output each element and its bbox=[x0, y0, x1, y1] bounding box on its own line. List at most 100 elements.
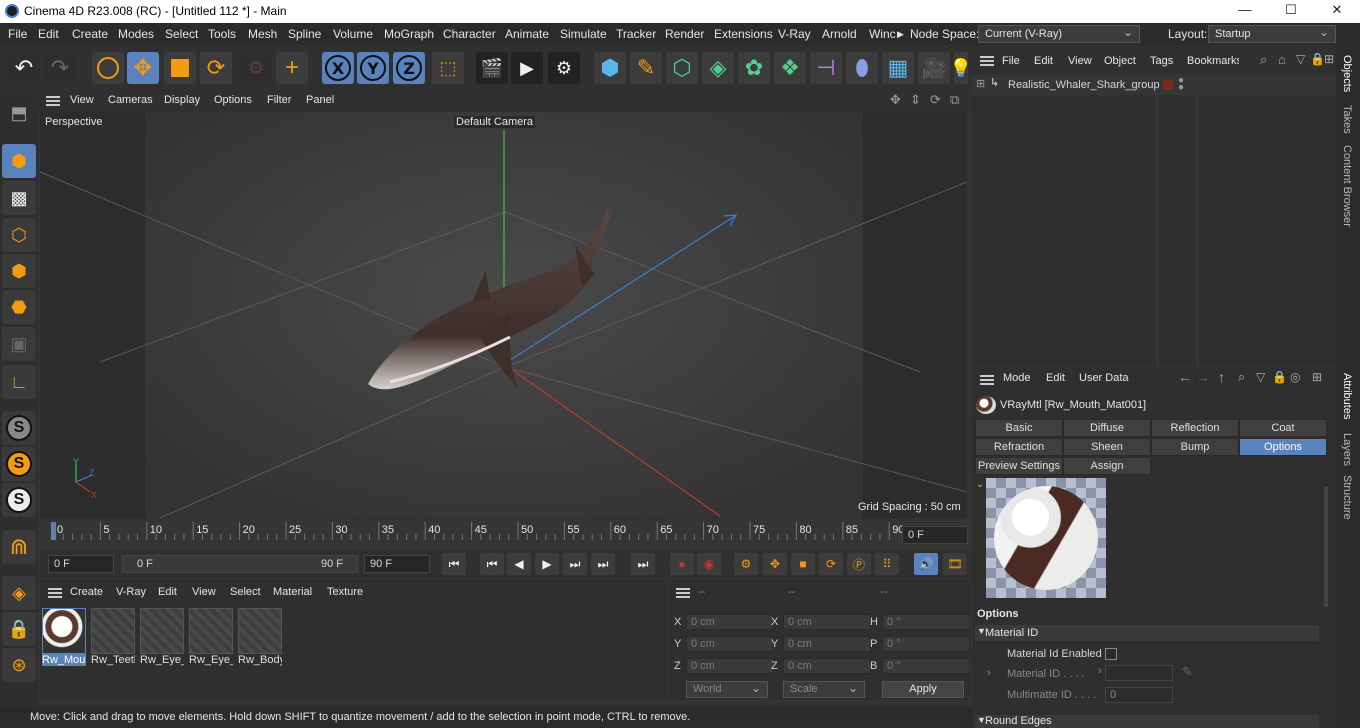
coord-space-dropdown[interactable]: World bbox=[686, 681, 768, 698]
viewport-maximize-icon[interactable]: ⧉ bbox=[950, 92, 959, 108]
apply-button[interactable]: Apply bbox=[882, 681, 964, 698]
material-swatch-teeth[interactable] bbox=[91, 608, 135, 654]
points-mode-icon[interactable]: ⬡ bbox=[2, 218, 36, 252]
menu-overflow-icon[interactable]: ▶ bbox=[897, 29, 904, 40]
tab-diffuse[interactable]: Diffuse bbox=[1063, 419, 1151, 437]
attr-search-icon[interactable]: ⌕ bbox=[1238, 369, 1245, 385]
planar-workplane-icon[interactable]: ⊛ bbox=[2, 648, 36, 682]
menu-arnold[interactable]: Arnold bbox=[822, 27, 857, 41]
material-swatch-body[interactable] bbox=[238, 608, 282, 654]
timeline-ruler[interactable]: 0 5 10 15 20 25 30 35 40 45 50 55 60 65 70 75 80 85 90 0 F bbox=[40, 520, 970, 550]
mat-id-enabled-checkbox[interactable] bbox=[1105, 648, 1117, 660]
object-hamburger-icon[interactable] bbox=[980, 56, 994, 66]
menu-extensions[interactable]: Extensions bbox=[714, 27, 773, 41]
material-preview[interactable] bbox=[986, 478, 1106, 598]
tab-basic[interactable]: Basic bbox=[975, 419, 1063, 437]
menu-mograph[interactable]: MoGraph bbox=[384, 27, 434, 41]
key-position-icon[interactable]: ✥ bbox=[763, 553, 787, 575]
rotate-icon[interactable]: ⟳ bbox=[200, 52, 232, 84]
end-frame-field[interactable]: 90 F bbox=[364, 555, 430, 573]
tab-preview-settings[interactable]: Preview Settings bbox=[975, 457, 1063, 475]
menu-volume[interactable]: Volume bbox=[333, 27, 373, 41]
viewport-menu-cameras[interactable]: Cameras bbox=[108, 94, 153, 106]
texture-mode-icon[interactable]: ▩ bbox=[2, 181, 36, 215]
redo-icon[interactable]: ↷ bbox=[44, 52, 76, 84]
polygons-mode-icon[interactable]: ⬣ bbox=[2, 290, 36, 324]
side-tab-objects[interactable]: Objects bbox=[1341, 55, 1353, 92]
layer-color-swatch[interactable] bbox=[1163, 80, 1173, 90]
menu-tracker[interactable]: Tracker bbox=[616, 27, 656, 41]
live-selection-icon[interactable] bbox=[92, 52, 124, 84]
material-id-color-field[interactable] bbox=[1105, 665, 1173, 681]
deformer-icon[interactable]: ⊣ bbox=[810, 52, 842, 84]
render-picture-viewer-icon[interactable]: ▶ bbox=[511, 52, 543, 84]
obj-menu-bookmarks[interactable]: Bookmarks bbox=[1187, 55, 1239, 67]
pen-icon[interactable]: ✎ bbox=[630, 52, 662, 84]
axis-mode-icon[interactable]: ∟ bbox=[2, 365, 36, 399]
preview-range-slider[interactable]: 0 F 90 F bbox=[122, 555, 358, 573]
attr-hamburger-icon[interactable] bbox=[980, 375, 994, 385]
menu-vray[interactable]: V-Ray bbox=[778, 27, 811, 41]
render-settings-icon[interactable]: ⚙ bbox=[548, 52, 580, 84]
material-hamburger-icon[interactable] bbox=[48, 588, 62, 598]
key-rotation-icon[interactable]: ⟳ bbox=[819, 553, 843, 575]
coord-mode-dropdown[interactable]: Scale bbox=[783, 681, 865, 698]
y-axis-button[interactable]: Y bbox=[357, 52, 389, 84]
coord-pos-y-field[interactable]: 0 cm bbox=[686, 636, 774, 652]
key-parameter-icon[interactable]: Ⓟ bbox=[847, 553, 871, 575]
scale-icon[interactable] bbox=[164, 52, 196, 84]
camera-icon[interactable]: 🎥 bbox=[918, 52, 950, 84]
goto-prev-key-icon[interactable]: ⏮ bbox=[480, 553, 504, 575]
attr-filter-icon[interactable]: ▽ bbox=[1256, 370, 1265, 384]
side-tab-content-browser[interactable]: Content Browser bbox=[1341, 145, 1353, 227]
record-keys-icon[interactable]: ● bbox=[670, 553, 694, 575]
goto-end-icon[interactable]: ⏭ bbox=[631, 553, 655, 575]
coord-rot-b-field[interactable]: 0 ° bbox=[882, 658, 970, 674]
menu-create[interactable]: Create bbox=[72, 27, 108, 41]
material-swatch-eye2[interactable] bbox=[189, 608, 233, 654]
side-tab-layers[interactable]: Layers bbox=[1341, 433, 1353, 466]
attr-scrollbar[interactable] bbox=[1324, 487, 1328, 607]
mat-menu-create[interactable]: Create bbox=[70, 586, 103, 598]
snap-icon[interactable]: ⋒ bbox=[2, 530, 36, 564]
menu-character[interactable]: Character bbox=[443, 27, 496, 41]
coord-hamburger-icon[interactable] bbox=[676, 588, 690, 598]
viewport-camera-label[interactable]: Default Camera bbox=[454, 116, 536, 128]
3d-viewport[interactable]: Perspective Default Camera Grid Spacing … bbox=[40, 112, 967, 518]
material-id-expand-icon[interactable]: › bbox=[987, 667, 991, 679]
autokey-icon[interactable]: ◉ bbox=[697, 553, 721, 575]
solo-single-button[interactable]: S bbox=[2, 447, 36, 481]
axis-move-icon[interactable]: + bbox=[276, 52, 308, 84]
side-tab-structure[interactable]: Structure bbox=[1341, 475, 1353, 520]
obj-new-window-icon[interactable]: ⊞ bbox=[1324, 52, 1334, 66]
tab-refraction[interactable]: Refraction bbox=[975, 438, 1063, 456]
recent-tools-icon[interactable]: ⚙ bbox=[240, 52, 272, 84]
coord-pos-z-field[interactable]: 0 cm bbox=[686, 658, 774, 674]
mograph-icon[interactable]: ❖ bbox=[774, 52, 806, 84]
uv-mode-icon[interactable]: ▣ bbox=[2, 327, 36, 361]
cube-icon[interactable]: ⬢ bbox=[594, 52, 626, 84]
menu-window[interactable]: Winc bbox=[869, 27, 896, 41]
group-collapse-icon[interactable]: ▼ bbox=[977, 626, 986, 636]
menu-mesh[interactable]: Mesh bbox=[248, 27, 277, 41]
attr-back-icon[interactable]: ← bbox=[1178, 369, 1192, 385]
undo-icon[interactable]: ↶ bbox=[8, 52, 40, 84]
subdivision-icon[interactable]: ⬡ bbox=[666, 52, 698, 84]
tab-reflection[interactable]: Reflection bbox=[1151, 419, 1239, 437]
viewport-rotate-icon[interactable]: ⟳ bbox=[930, 92, 941, 108]
coord-size-z-field[interactable]: 0 cm bbox=[783, 658, 871, 674]
coord-size-y-field[interactable]: 0 cm bbox=[783, 636, 871, 652]
extrude-icon[interactable]: ◈ bbox=[702, 52, 734, 84]
viewport-menu-display[interactable]: Display bbox=[164, 94, 200, 106]
expand-icon[interactable]: ⊞ bbox=[976, 77, 985, 90]
material-id-color-arrow-icon[interactable]: › bbox=[1098, 665, 1102, 677]
menu-file[interactable]: File bbox=[8, 27, 27, 41]
obj-filter-icon[interactable]: ▽ bbox=[1296, 52, 1305, 66]
goto-start-icon[interactable]: ⏮ bbox=[442, 553, 466, 575]
attr-menu-edit[interactable]: Edit bbox=[1046, 372, 1065, 384]
menu-tools[interactable]: Tools bbox=[208, 27, 236, 41]
visibility-dots-icon[interactable]: ● ● bbox=[1178, 76, 1184, 93]
tab-assign[interactable]: Assign bbox=[1063, 457, 1151, 475]
obj-menu-edit[interactable]: Edit bbox=[1034, 55, 1053, 67]
viewport-menu-options[interactable]: Options bbox=[214, 94, 252, 106]
